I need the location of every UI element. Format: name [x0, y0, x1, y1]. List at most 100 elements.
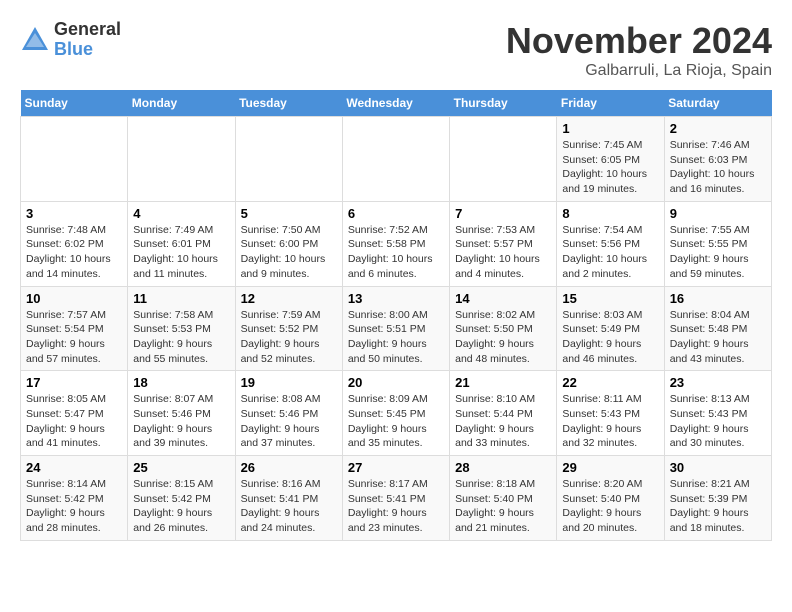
day-cell: 28 Sunrise: 8:18 AM Sunset: 5:40 PM Dayli…: [450, 456, 557, 541]
logo-text: General Blue: [54, 20, 121, 60]
day-info: Sunrise: 8:00 AM Sunset: 5:51 PM Dayligh…: [348, 308, 444, 367]
location: Galbarruli, La Rioja, Spain: [506, 62, 772, 80]
day-cell: [21, 117, 128, 202]
day-info: Sunrise: 8:13 AM Sunset: 5:43 PM Dayligh…: [670, 392, 766, 451]
week-row-4: 24 Sunrise: 8:14 AM Sunset: 5:42 PM Dayli…: [21, 456, 772, 541]
day-info: Sunrise: 8:14 AM Sunset: 5:42 PM Dayligh…: [26, 477, 122, 536]
day-number: 1: [562, 121, 658, 136]
day-cell: 5 Sunrise: 7:50 AM Sunset: 6:00 PM Daylig…: [235, 201, 342, 286]
day-number: 15: [562, 291, 658, 306]
day-number: 25: [133, 460, 229, 475]
day-number: 21: [455, 375, 551, 390]
month-title: November 2024: [506, 20, 772, 62]
day-number: 10: [26, 291, 122, 306]
day-number: 8: [562, 206, 658, 221]
day-number: 24: [26, 460, 122, 475]
day-number: 27: [348, 460, 444, 475]
day-info: Sunrise: 8:11 AM Sunset: 5:43 PM Dayligh…: [562, 392, 658, 451]
day-cell: 24 Sunrise: 8:14 AM Sunset: 5:42 PM Dayli…: [21, 456, 128, 541]
day-number: 18: [133, 375, 229, 390]
day-number: 9: [670, 206, 766, 221]
day-cell: 10 Sunrise: 7:57 AM Sunset: 5:54 PM Dayli…: [21, 286, 128, 371]
day-info: Sunrise: 8:02 AM Sunset: 5:50 PM Dayligh…: [455, 308, 551, 367]
calendar-header: Sunday Monday Tuesday Wednesday Thursday…: [21, 90, 772, 117]
week-row-3: 17 Sunrise: 8:05 AM Sunset: 5:47 PM Dayli…: [21, 371, 772, 456]
day-info: Sunrise: 7:46 AM Sunset: 6:03 PM Dayligh…: [670, 138, 766, 197]
day-cell: 29 Sunrise: 8:20 AM Sunset: 5:40 PM Dayli…: [557, 456, 664, 541]
day-number: 13: [348, 291, 444, 306]
day-cell: 23 Sunrise: 8:13 AM Sunset: 5:43 PM Dayli…: [664, 371, 771, 456]
day-info: Sunrise: 8:17 AM Sunset: 5:41 PM Dayligh…: [348, 477, 444, 536]
day-info: Sunrise: 8:09 AM Sunset: 5:45 PM Dayligh…: [348, 392, 444, 451]
day-info: Sunrise: 7:50 AM Sunset: 6:00 PM Dayligh…: [241, 223, 337, 282]
day-cell: 22 Sunrise: 8:11 AM Sunset: 5:43 PM Dayli…: [557, 371, 664, 456]
day-number: 30: [670, 460, 766, 475]
day-cell: 25 Sunrise: 8:15 AM Sunset: 5:42 PM Dayli…: [128, 456, 235, 541]
day-cell: 12Sunrise: 7:59 AM Sunset: 5:52 PM Dayli…: [235, 286, 342, 371]
day-info: Sunrise: 8:15 AM Sunset: 5:42 PM Dayligh…: [133, 477, 229, 536]
day-number: 26: [241, 460, 337, 475]
day-info: Sunrise: 7:48 AM Sunset: 6:02 PM Dayligh…: [26, 223, 122, 282]
day-cell: [342, 117, 449, 202]
day-info: Sunrise: 8:21 AM Sunset: 5:39 PM Dayligh…: [670, 477, 766, 536]
day-cell: 7Sunrise: 7:53 AM Sunset: 5:57 PM Daylig…: [450, 201, 557, 286]
day-cell: 2Sunrise: 7:46 AM Sunset: 6:03 PM Daylig…: [664, 117, 771, 202]
col-monday: Monday: [128, 90, 235, 117]
day-cell: 30 Sunrise: 8:21 AM Sunset: 5:39 PM Dayli…: [664, 456, 771, 541]
day-cell: 13 Sunrise: 8:00 AM Sunset: 5:51 PM Dayli…: [342, 286, 449, 371]
logo-icon: [20, 25, 50, 55]
day-cell: 3 Sunrise: 7:48 AM Sunset: 6:02 PM Daylig…: [21, 201, 128, 286]
day-info: Sunrise: 8:05 AM Sunset: 5:47 PM Dayligh…: [26, 392, 122, 451]
col-saturday: Saturday: [664, 90, 771, 117]
day-cell: 8 Sunrise: 7:54 AM Sunset: 5:56 PM Daylig…: [557, 201, 664, 286]
day-cell: 20 Sunrise: 8:09 AM Sunset: 5:45 PM Dayli…: [342, 371, 449, 456]
day-cell: [128, 117, 235, 202]
day-number: 22: [562, 375, 658, 390]
day-cell: 14 Sunrise: 8:02 AM Sunset: 5:50 PM Dayli…: [450, 286, 557, 371]
header-row: Sunday Monday Tuesday Wednesday Thursday…: [21, 90, 772, 117]
day-number: 12: [241, 291, 337, 306]
day-number: 23: [670, 375, 766, 390]
day-cell: 26Sunrise: 8:16 AM Sunset: 5:41 PM Dayli…: [235, 456, 342, 541]
day-number: 5: [241, 206, 337, 221]
day-number: 20: [348, 375, 444, 390]
day-number: 29: [562, 460, 658, 475]
day-info: Sunrise: 7:58 AM Sunset: 5:53 PM Dayligh…: [133, 308, 229, 367]
day-cell: 11 Sunrise: 7:58 AM Sunset: 5:53 PM Dayli…: [128, 286, 235, 371]
logo-blue: Blue: [54, 40, 121, 60]
day-cell: 4 Sunrise: 7:49 AM Sunset: 6:01 PM Daylig…: [128, 201, 235, 286]
day-cell: 17 Sunrise: 8:05 AM Sunset: 5:47 PM Dayli…: [21, 371, 128, 456]
day-number: 3: [26, 206, 122, 221]
title-block: November 2024 Galbarruli, La Rioja, Spai…: [506, 20, 772, 80]
week-row-2: 10 Sunrise: 7:57 AM Sunset: 5:54 PM Dayli…: [21, 286, 772, 371]
col-thursday: Thursday: [450, 90, 557, 117]
day-number: 19: [241, 375, 337, 390]
day-number: 14: [455, 291, 551, 306]
day-info: Sunrise: 8:18 AM Sunset: 5:40 PM Dayligh…: [455, 477, 551, 536]
logo: General Blue: [20, 20, 121, 60]
day-info: Sunrise: 7:53 AM Sunset: 5:57 PM Dayligh…: [455, 223, 551, 282]
day-cell: 21Sunrise: 8:10 AM Sunset: 5:44 PM Dayli…: [450, 371, 557, 456]
day-cell: 27 Sunrise: 8:17 AM Sunset: 5:41 PM Dayli…: [342, 456, 449, 541]
day-info: Sunrise: 7:49 AM Sunset: 6:01 PM Dayligh…: [133, 223, 229, 282]
day-cell: 9 Sunrise: 7:55 AM Sunset: 5:55 PM Daylig…: [664, 201, 771, 286]
day-info: Sunrise: 7:57 AM Sunset: 5:54 PM Dayligh…: [26, 308, 122, 367]
day-number: 28: [455, 460, 551, 475]
week-row-0: 1Sunrise: 7:45 AM Sunset: 6:05 PM Daylig…: [21, 117, 772, 202]
day-number: 11: [133, 291, 229, 306]
day-info: Sunrise: 7:55 AM Sunset: 5:55 PM Dayligh…: [670, 223, 766, 282]
page-header: General Blue November 2024 Galbarruli, L…: [20, 20, 772, 80]
col-sunday: Sunday: [21, 90, 128, 117]
day-cell: [235, 117, 342, 202]
day-info: Sunrise: 8:03 AM Sunset: 5:49 PM Dayligh…: [562, 308, 658, 367]
day-number: 17: [26, 375, 122, 390]
day-cell: 19 Sunrise: 8:08 AM Sunset: 5:46 PM Dayli…: [235, 371, 342, 456]
col-friday: Friday: [557, 90, 664, 117]
day-number: 4: [133, 206, 229, 221]
day-info: Sunrise: 8:20 AM Sunset: 5:40 PM Dayligh…: [562, 477, 658, 536]
day-info: Sunrise: 8:04 AM Sunset: 5:48 PM Dayligh…: [670, 308, 766, 367]
col-tuesday: Tuesday: [235, 90, 342, 117]
day-info: Sunrise: 8:08 AM Sunset: 5:46 PM Dayligh…: [241, 392, 337, 451]
day-info: Sunrise: 7:54 AM Sunset: 5:56 PM Dayligh…: [562, 223, 658, 282]
day-info: Sunrise: 8:07 AM Sunset: 5:46 PM Dayligh…: [133, 392, 229, 451]
